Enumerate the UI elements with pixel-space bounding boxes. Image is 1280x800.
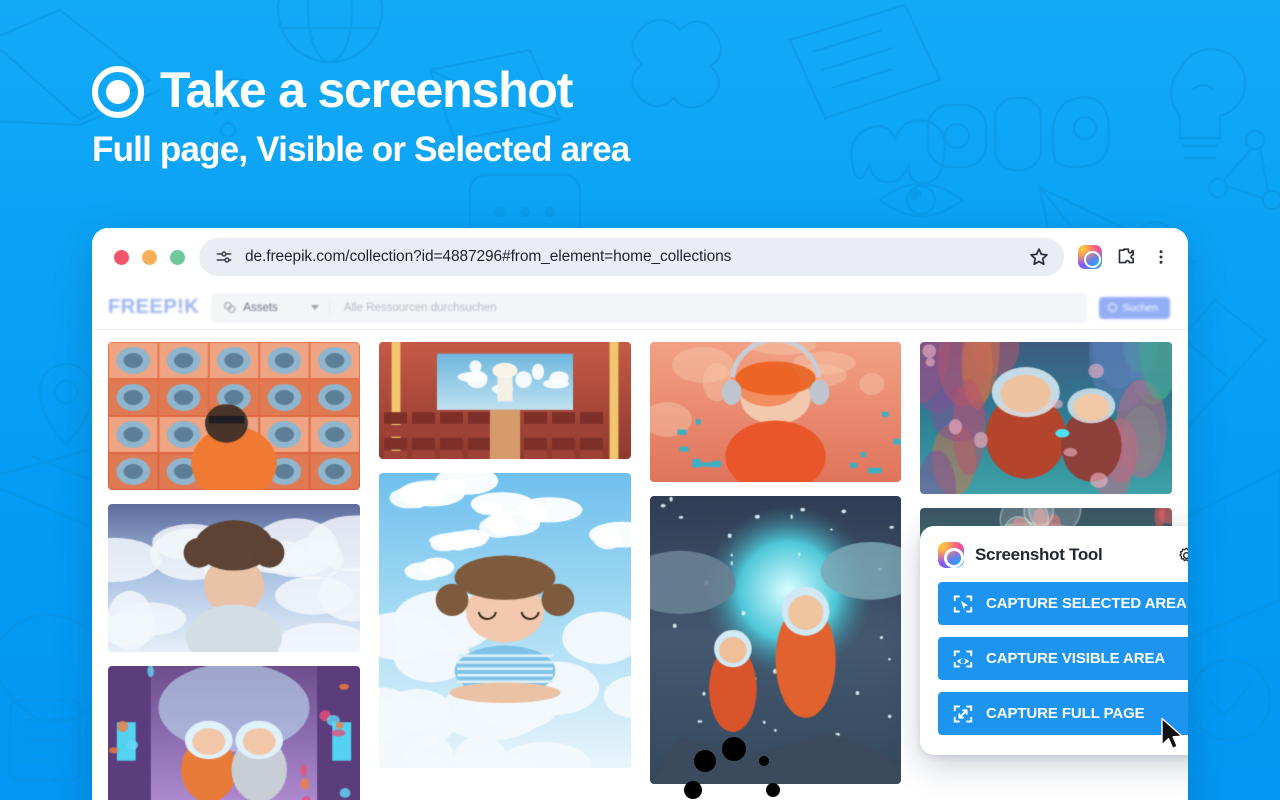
spinner-dot bbox=[759, 756, 769, 766]
browser-toolbar: de.freepik.com/collection?id=4887296#fro… bbox=[92, 228, 1188, 286]
thumbnail-image bbox=[108, 342, 360, 490]
visible-area-icon bbox=[952, 648, 974, 670]
capture-selected-area-button[interactable]: CAPTURE SELECTED AREA bbox=[938, 582, 1188, 625]
chevron-down-icon bbox=[311, 305, 319, 310]
mouse-pointer-icon bbox=[1160, 717, 1186, 753]
spinner-dot bbox=[722, 737, 746, 761]
grid-column bbox=[379, 342, 631, 800]
page-subtitle: Full page, Visible or Selected area bbox=[92, 132, 992, 167]
spinner-dot bbox=[684, 781, 702, 799]
freepik-logo[interactable]: FREEP!K bbox=[108, 296, 199, 319]
page-title: Take a screenshot bbox=[160, 65, 572, 115]
image-card[interactable] bbox=[108, 342, 360, 490]
screenshot-tool-icon[interactable] bbox=[1078, 245, 1102, 269]
record-circle-icon bbox=[92, 66, 144, 118]
thumbnail-image bbox=[650, 342, 902, 482]
capture-selected-area-label: CAPTURE SELECTED AREA bbox=[986, 595, 1187, 612]
image-card[interactable] bbox=[108, 666, 360, 800]
capture-visible-area-label: CAPTURE VISIBLE AREA bbox=[986, 650, 1165, 667]
puzzle-piece-icon[interactable] bbox=[1116, 246, 1138, 268]
image-card[interactable] bbox=[379, 473, 631, 768]
window-controls[interactable] bbox=[114, 250, 185, 265]
browser-window: de.freepik.com/collection?id=4887296#fro… bbox=[92, 228, 1188, 800]
browser-actions bbox=[1078, 245, 1170, 269]
freepik-search-bar[interactable]: Assets Alle Ressourcen durchsuchen bbox=[211, 293, 1087, 323]
freepik-site-header: FREEP!K Assets Alle Ressourcen durchsuch… bbox=[92, 286, 1188, 330]
thumbnail-image bbox=[379, 473, 631, 768]
grid-column bbox=[108, 342, 360, 800]
thumbnail-image bbox=[108, 504, 360, 652]
image-card[interactable] bbox=[108, 504, 360, 652]
image-card[interactable] bbox=[650, 496, 902, 784]
popup-header: Screenshot Tool bbox=[938, 542, 1188, 568]
close-button[interactable] bbox=[114, 250, 129, 265]
star-icon[interactable] bbox=[1028, 246, 1050, 268]
three-dots-icon[interactable] bbox=[1152, 246, 1170, 268]
thumbnail-image bbox=[650, 496, 902, 784]
search-button[interactable]: Suchen bbox=[1099, 297, 1170, 319]
url-text[interactable]: de.freepik.com/collection?id=4887296#fro… bbox=[245, 248, 1016, 266]
thumbnail-image bbox=[379, 342, 631, 459]
address-bar[interactable]: de.freepik.com/collection?id=4887296#fro… bbox=[199, 238, 1064, 276]
search-input[interactable]: Alle Ressourcen durchsuchen bbox=[338, 302, 1082, 314]
minimize-button[interactable] bbox=[142, 250, 157, 265]
screenshot-tool-logo-icon bbox=[938, 542, 964, 568]
grid-column bbox=[650, 342, 902, 800]
search-icon bbox=[1108, 303, 1117, 312]
search-button-label: Suchen bbox=[1122, 302, 1158, 314]
popup-title: Screenshot Tool bbox=[975, 545, 1166, 565]
thumbnail-image bbox=[108, 666, 360, 800]
gear-icon[interactable] bbox=[1177, 546, 1188, 565]
assets-dropdown[interactable]: Assets bbox=[223, 301, 330, 314]
image-card[interactable] bbox=[920, 342, 1172, 494]
full-page-icon bbox=[952, 703, 974, 725]
image-card[interactable] bbox=[650, 342, 902, 482]
spinner-dot bbox=[694, 750, 716, 772]
capture-visible-area-button[interactable]: CAPTURE VISIBLE AREA bbox=[938, 637, 1188, 680]
capture-full-page-label: CAPTURE FULL PAGE bbox=[986, 705, 1145, 722]
thumbnail-image bbox=[920, 342, 1172, 494]
image-card[interactable] bbox=[379, 342, 631, 459]
maximize-button[interactable] bbox=[170, 250, 185, 265]
promo-headline-block: Take a screenshot Full page, Visible or … bbox=[92, 62, 992, 167]
assets-dropdown-label: Assets bbox=[243, 302, 278, 314]
capture-full-page-button[interactable]: CAPTURE FULL PAGE bbox=[938, 692, 1188, 735]
screenshot-tool-popup: Screenshot Tool CAPTURE SELECTED AREA CA… bbox=[920, 526, 1188, 755]
spinner-dot bbox=[766, 783, 780, 797]
site-settings-icon[interactable] bbox=[215, 248, 233, 266]
assets-icon bbox=[223, 301, 236, 314]
select-area-icon bbox=[952, 593, 974, 615]
